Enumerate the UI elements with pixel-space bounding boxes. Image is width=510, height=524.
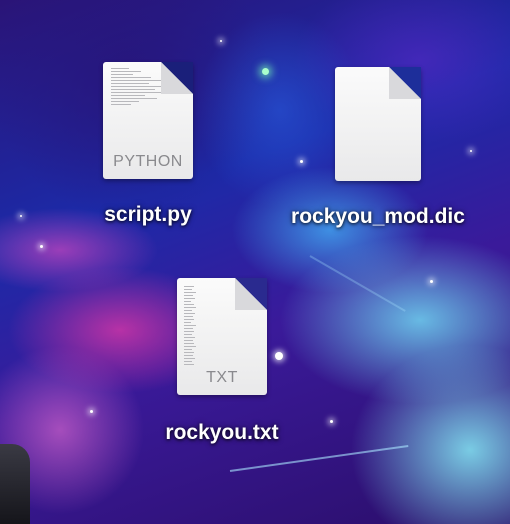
file-type-badge: PYTHON <box>113 153 183 170</box>
file-name-label: rockyou.txt <box>165 421 279 444</box>
file-name-label: rockyou_mod.dic <box>291 205 465 228</box>
desktop-file-rockyou-mod-dic[interactable]: rockyou_mod.dic <box>268 67 488 229</box>
file-type-badge: TXT <box>206 369 238 386</box>
text-file-icon: TXT <box>177 278 267 395</box>
foreground-rock <box>0 444 30 524</box>
generic-file-icon <box>335 67 421 181</box>
desktop-file-rockyou-txt[interactable]: TXT rockyou.txt <box>142 278 302 445</box>
python-file-icon: PYTHON <box>103 62 193 179</box>
file-name-label: script.py <box>104 203 192 226</box>
desktop-file-script-py[interactable]: PYTHON script.py <box>88 62 208 227</box>
